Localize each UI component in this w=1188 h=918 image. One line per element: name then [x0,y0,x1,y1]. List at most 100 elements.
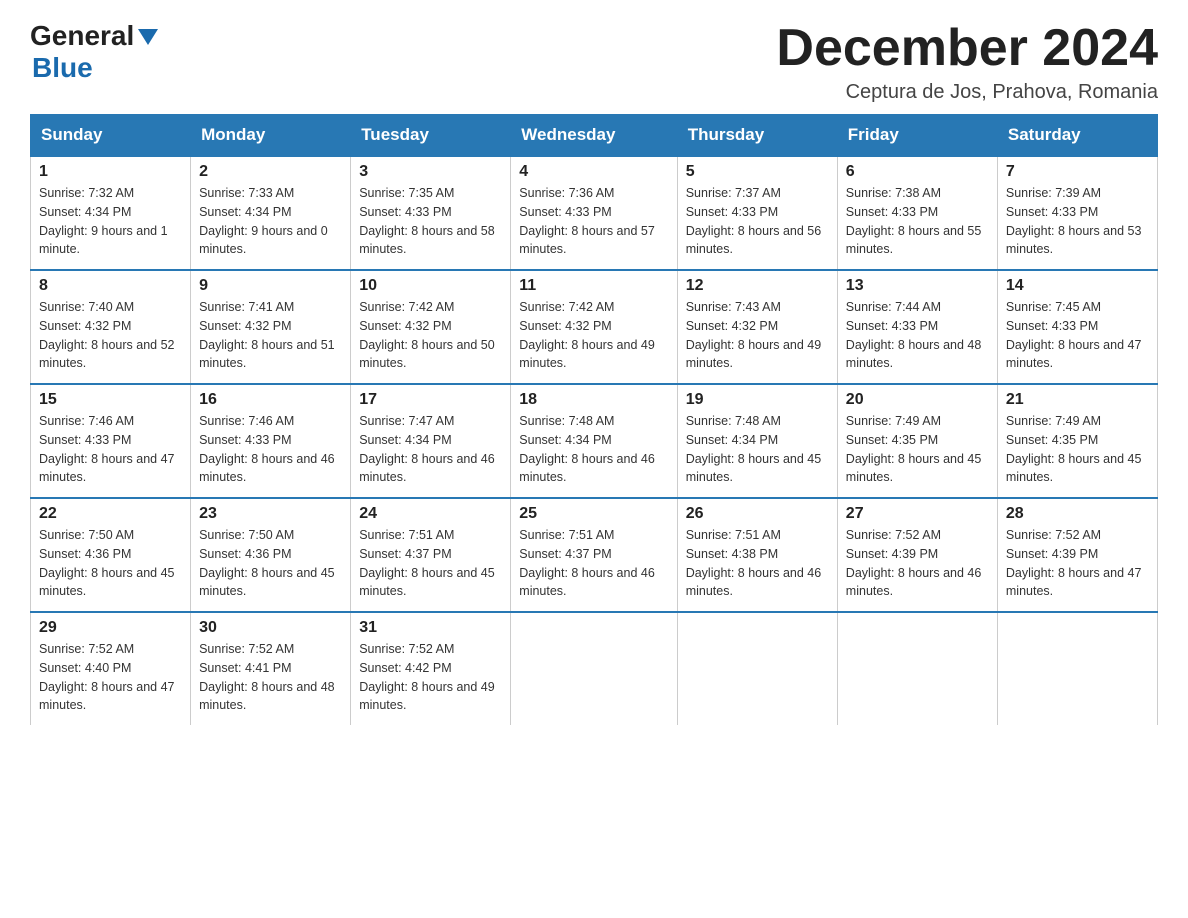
week-row-2: 8Sunrise: 7:40 AMSunset: 4:32 PMDaylight… [31,270,1158,384]
week-row-4: 22 Sunrise: 7:50 AMSunset: 4:36 PMDayligh… [31,498,1158,612]
day-cell-31: 31Sunrise: 7:52 AMSunset: 4:42 PMDayligh… [351,612,511,725]
calendar-subtitle: Ceptura de Jos, Prahova, Romania [776,81,1158,104]
day-cell-17: 17Sunrise: 7:47 AMSunset: 4:34 PMDayligh… [351,384,511,498]
day-cell-27: 27 Sunrise: 7:52 AMSunset: 4:39 PMDayligh… [837,498,997,612]
logo-general-text: General [30,20,158,52]
logo-blue-label: Blue [32,52,93,84]
column-header-thursday: Thursday [677,115,837,157]
day-cell-4: 4Sunrise: 7:36 AMSunset: 4:33 PMDaylight… [511,156,677,270]
day-cell-30: 30Sunrise: 7:52 AMSunset: 4:41 PMDayligh… [191,612,351,725]
day-info: Sunrise: 7:52 AMSunset: 4:41 PMDaylight:… [199,640,342,715]
page-header: General Blue December 2024 Ceptura de Jo… [30,20,1158,104]
day-info: Sunrise: 7:35 AMSunset: 4:33 PMDaylight:… [359,184,502,259]
day-info: Sunrise: 7:52 AMSunset: 4:39 PMDaylight:… [846,526,989,601]
column-header-saturday: Saturday [997,115,1157,157]
week-row-3: 15 Sunrise: 7:46 AMSunset: 4:33 PMDayligh… [31,384,1158,498]
day-cell-14: 14 Sunrise: 7:45 AMSunset: 4:33 PMDayligh… [997,270,1157,384]
day-info: Sunrise: 7:37 AMSunset: 4:33 PMDaylight:… [686,184,829,259]
day-cell-12: 12Sunrise: 7:43 AMSunset: 4:32 PMDayligh… [677,270,837,384]
logo: General Blue [30,20,158,84]
empty-cell [997,612,1157,725]
day-info: Sunrise: 7:45 AMSunset: 4:33 PMDaylight:… [1006,298,1149,373]
day-cell-28: 28 Sunrise: 7:52 AMSunset: 4:39 PMDayligh… [997,498,1157,612]
day-number: 22 [39,505,182,523]
day-cell-16: 16Sunrise: 7:46 AMSunset: 4:33 PMDayligh… [191,384,351,498]
day-number: 4 [519,163,668,181]
column-header-friday: Friday [837,115,997,157]
title-block: December 2024 Ceptura de Jos, Prahova, R… [776,20,1158,104]
day-cell-19: 19 Sunrise: 7:48 AMSunset: 4:34 PMDayligh… [677,384,837,498]
day-info: Sunrise: 7:41 AMSunset: 4:32 PMDaylight:… [199,298,342,373]
day-number: 19 [686,391,829,409]
day-cell-7: 7 Sunrise: 7:39 AMSunset: 4:33 PMDaylight… [997,156,1157,270]
day-number: 7 [1006,163,1149,181]
day-cell-10: 10Sunrise: 7:42 AMSunset: 4:32 PMDayligh… [351,270,511,384]
day-cell-29: 29 Sunrise: 7:52 AMSunset: 4:40 PMDayligh… [31,612,191,725]
day-cell-3: 3Sunrise: 7:35 AMSunset: 4:33 PMDaylight… [351,156,511,270]
day-cell-15: 15 Sunrise: 7:46 AMSunset: 4:33 PMDayligh… [31,384,191,498]
day-info: Sunrise: 7:51 AMSunset: 4:37 PMDaylight:… [519,526,668,601]
day-info: Sunrise: 7:44 AMSunset: 4:33 PMDaylight:… [846,298,989,373]
day-info: Sunrise: 7:49 AMSunset: 4:35 PMDaylight:… [846,412,989,487]
day-info: Sunrise: 7:52 AMSunset: 4:40 PMDaylight:… [39,640,182,715]
column-header-tuesday: Tuesday [351,115,511,157]
calendar-title: December 2024 [776,20,1158,77]
day-number: 14 [1006,277,1149,295]
day-number: 5 [686,163,829,181]
day-number: 29 [39,619,182,637]
empty-cell [511,612,677,725]
day-info: Sunrise: 7:50 AMSunset: 4:36 PMDaylight:… [199,526,342,601]
day-cell-18: 18Sunrise: 7:48 AMSunset: 4:34 PMDayligh… [511,384,677,498]
day-info: Sunrise: 7:43 AMSunset: 4:32 PMDaylight:… [686,298,829,373]
day-cell-20: 20 Sunrise: 7:49 AMSunset: 4:35 PMDayligh… [837,384,997,498]
day-cell-23: 23 Sunrise: 7:50 AMSunset: 4:36 PMDayligh… [191,498,351,612]
day-number: 21 [1006,391,1149,409]
day-number: 6 [846,163,989,181]
day-info: Sunrise: 7:47 AMSunset: 4:34 PMDaylight:… [359,412,502,487]
day-number: 26 [686,505,829,523]
day-info: Sunrise: 7:46 AMSunset: 4:33 PMDaylight:… [199,412,342,487]
day-cell-8: 8Sunrise: 7:40 AMSunset: 4:32 PMDaylight… [31,270,191,384]
day-cell-1: 1 Sunrise: 7:32 AMSunset: 4:34 PMDaylight… [31,156,191,270]
day-number: 13 [846,277,989,295]
day-cell-9: 9Sunrise: 7:41 AMSunset: 4:32 PMDaylight… [191,270,351,384]
day-cell-22: 22 Sunrise: 7:50 AMSunset: 4:36 PMDayligh… [31,498,191,612]
day-info: Sunrise: 7:48 AMSunset: 4:34 PMDaylight:… [519,412,668,487]
empty-cell [837,612,997,725]
day-cell-25: 25 Sunrise: 7:51 AMSunset: 4:37 PMDayligh… [511,498,677,612]
day-info: Sunrise: 7:46 AMSunset: 4:33 PMDaylight:… [39,412,182,487]
day-info: Sunrise: 7:33 AMSunset: 4:34 PMDaylight:… [199,184,342,259]
day-cell-5: 5 Sunrise: 7:37 AMSunset: 4:33 PMDaylight… [677,156,837,270]
week-row-5: 29 Sunrise: 7:52 AMSunset: 4:40 PMDayligh… [31,612,1158,725]
day-cell-26: 26 Sunrise: 7:51 AMSunset: 4:38 PMDayligh… [677,498,837,612]
day-cell-21: 21Sunrise: 7:49 AMSunset: 4:35 PMDayligh… [997,384,1157,498]
day-cell-24: 24Sunrise: 7:51 AMSunset: 4:37 PMDayligh… [351,498,511,612]
logo-arrow-icon [138,29,158,45]
day-number: 25 [519,505,668,523]
week-row-1: 1 Sunrise: 7:32 AMSunset: 4:34 PMDaylight… [31,156,1158,270]
day-info: Sunrise: 7:51 AMSunset: 4:38 PMDaylight:… [686,526,829,601]
day-number: 23 [199,505,342,523]
day-number: 15 [39,391,182,409]
day-number: 1 [39,163,182,181]
calendar-header-row: SundayMondayTuesdayWednesdayThursdayFrid… [31,115,1158,157]
day-info: Sunrise: 7:51 AMSunset: 4:37 PMDaylight:… [359,526,502,601]
empty-cell [677,612,837,725]
logo-general-label: General [30,20,134,52]
day-number: 11 [519,277,668,295]
day-info: Sunrise: 7:39 AMSunset: 4:33 PMDaylight:… [1006,184,1149,259]
day-info: Sunrise: 7:32 AMSunset: 4:34 PMDaylight:… [39,184,182,259]
day-info: Sunrise: 7:42 AMSunset: 4:32 PMDaylight:… [359,298,502,373]
day-cell-6: 6Sunrise: 7:38 AMSunset: 4:33 PMDaylight… [837,156,997,270]
day-number: 28 [1006,505,1149,523]
day-info: Sunrise: 7:48 AMSunset: 4:34 PMDaylight:… [686,412,829,487]
day-number: 20 [846,391,989,409]
day-info: Sunrise: 7:52 AMSunset: 4:42 PMDaylight:… [359,640,502,715]
day-info: Sunrise: 7:50 AMSunset: 4:36 PMDaylight:… [39,526,182,601]
day-number: 8 [39,277,182,295]
day-cell-11: 11 Sunrise: 7:42 AMSunset: 4:32 PMDayligh… [511,270,677,384]
day-number: 27 [846,505,989,523]
column-header-wednesday: Wednesday [511,115,677,157]
day-info: Sunrise: 7:52 AMSunset: 4:39 PMDaylight:… [1006,526,1149,601]
day-info: Sunrise: 7:42 AMSunset: 4:32 PMDaylight:… [519,298,668,373]
